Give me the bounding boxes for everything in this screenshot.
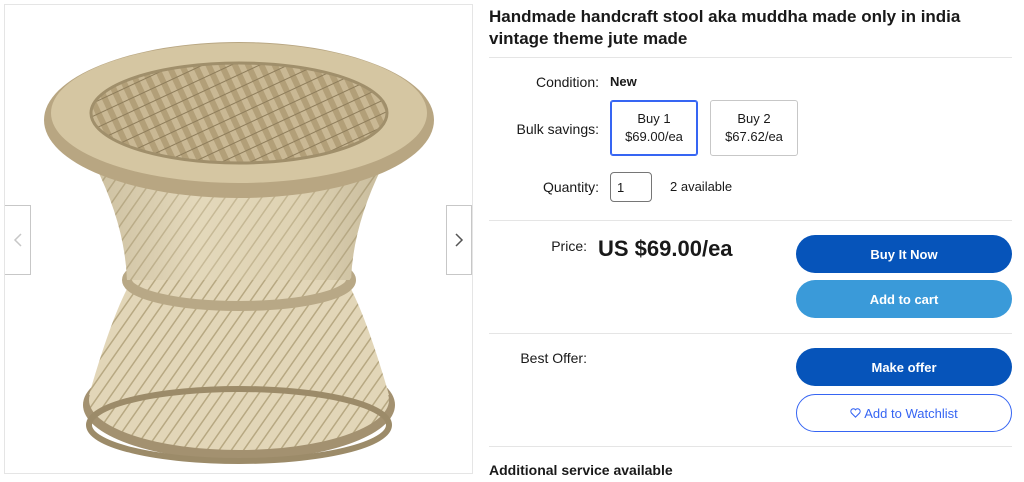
buy-it-now-button[interactable]: Buy It Now [796,235,1012,273]
best-offer-label: Best Offer: [520,350,587,366]
price-label: Price: [551,238,587,254]
previous-image-button[interactable] [5,205,31,275]
price-value: US $69.00/ea [598,236,733,261]
divider [489,220,1012,221]
available-count: 2 available [670,179,733,194]
bulk-option-price: $67.62/ea [725,129,783,144]
divider [489,446,1012,447]
add-to-cart-button[interactable]: Add to cart [796,280,1012,318]
condition-value: New [610,74,637,89]
chevron-left-icon [13,233,22,247]
product-image[interactable] [5,5,473,474]
bulk-option-buy-1[interactable]: Buy 1 $69.00/ea [610,100,698,156]
watchlist-label: Add to Watchlist [864,405,958,421]
quantity-input[interactable] [610,172,652,202]
next-image-button[interactable] [446,205,472,275]
divider [489,57,1012,58]
bulk-option-qty: Buy 2 [737,111,771,126]
product-title: Handmade handcraft stool aka muddha made… [489,7,961,48]
condition-label: Condition: [535,74,599,90]
additional-service-heading: Additional service available [489,462,673,478]
bulk-option-buy-2[interactable]: Buy 2 $67.62/ea [710,100,798,156]
chevron-right-icon [455,233,464,247]
divider [489,333,1012,334]
bulk-option-price: $69.00/ea [625,129,683,144]
product-image-gallery [4,4,473,474]
bulk-savings-label: Bulk savings: [516,121,599,137]
bulk-option-qty: Buy 1 [637,111,671,126]
quantity-label: Quantity: [542,179,599,195]
add-to-watchlist-button[interactable]: Add to Watchlist [796,394,1012,432]
make-offer-button[interactable]: Make offer [796,348,1012,386]
heart-icon [850,408,861,418]
